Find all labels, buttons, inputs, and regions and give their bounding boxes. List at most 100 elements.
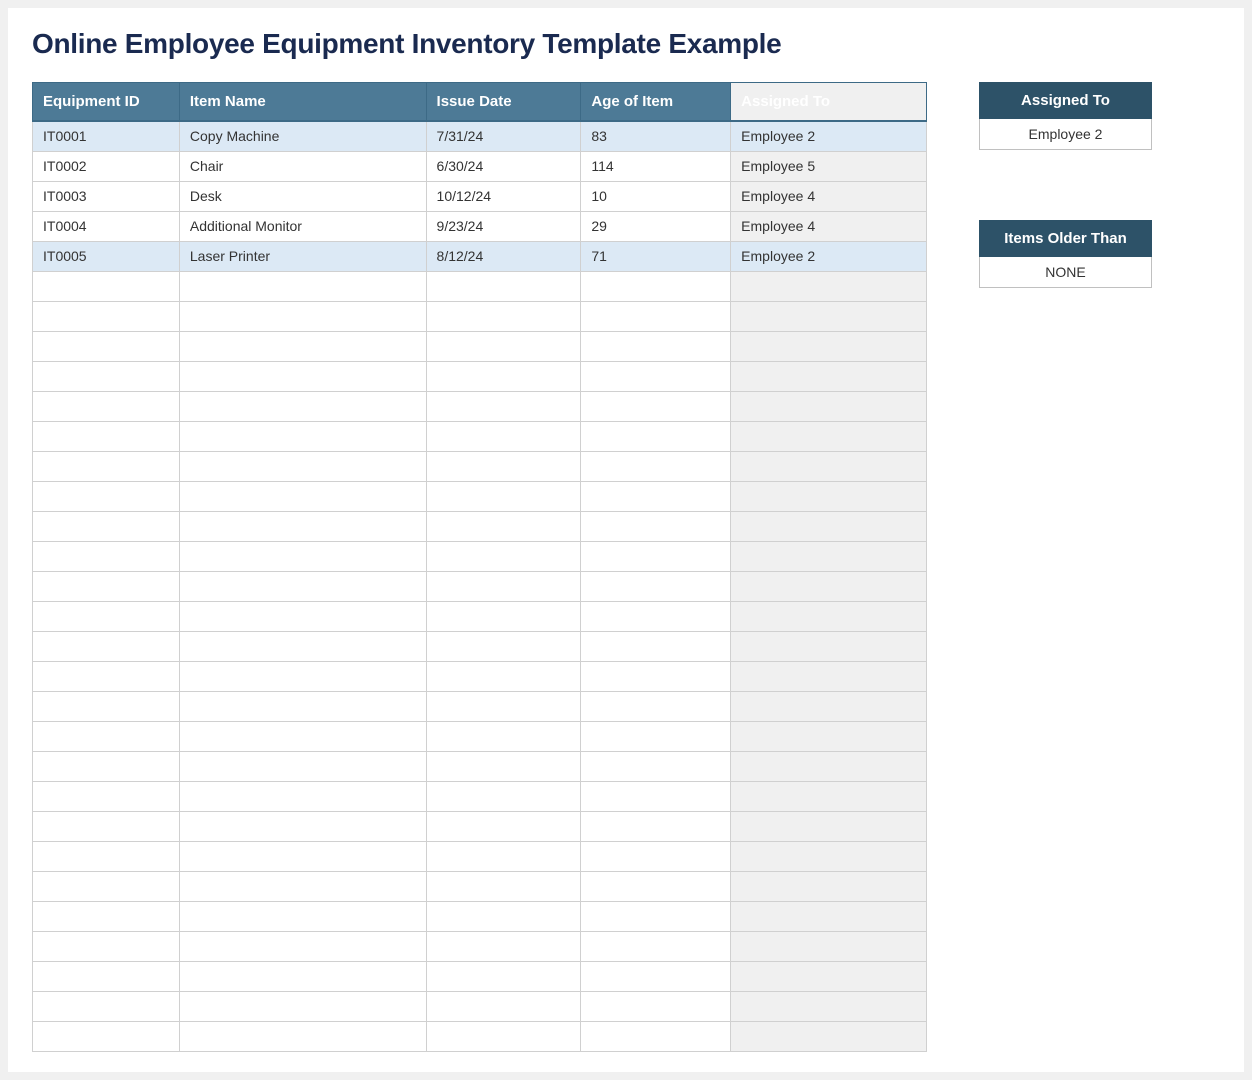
table-row-empty[interactable]	[33, 511, 927, 541]
cell-empty[interactable]	[179, 361, 426, 391]
cell-empty[interactable]	[731, 691, 927, 721]
cell-empty[interactable]	[581, 601, 731, 631]
cell-empty[interactable]	[426, 421, 581, 451]
cell-age[interactable]: 29	[581, 211, 731, 241]
cell-empty[interactable]	[33, 871, 180, 901]
cell-empty[interactable]	[426, 271, 581, 301]
cell-empty[interactable]	[33, 1021, 180, 1051]
cell-empty[interactable]	[731, 361, 927, 391]
cell-empty[interactable]	[731, 811, 927, 841]
cell-empty[interactable]	[581, 271, 731, 301]
cell-empty[interactable]	[426, 781, 581, 811]
table-row-empty[interactable]	[33, 301, 927, 331]
cell-empty[interactable]	[179, 451, 426, 481]
cell-empty[interactable]	[731, 451, 927, 481]
cell-empty[interactable]	[731, 631, 927, 661]
table-row-empty[interactable]	[33, 751, 927, 781]
cell-empty[interactable]	[33, 631, 180, 661]
cell-empty[interactable]	[731, 931, 927, 961]
cell-empty[interactable]	[179, 511, 426, 541]
table-row[interactable]: IT0001Copy Machine7/31/2483Employee 2	[33, 121, 927, 151]
cell-empty[interactable]	[731, 331, 927, 361]
cell-empty[interactable]	[426, 871, 581, 901]
filter-assigned-to-value[interactable]: Employee 2	[980, 119, 1152, 150]
cell-empty[interactable]	[179, 871, 426, 901]
cell-empty[interactable]	[33, 841, 180, 871]
cell-item-name[interactable]: Chair	[179, 151, 426, 181]
cell-assigned[interactable]: Employee 5	[731, 151, 927, 181]
cell-empty[interactable]	[179, 631, 426, 661]
table-row-empty[interactable]	[33, 601, 927, 631]
cell-empty[interactable]	[581, 721, 731, 751]
table-row-empty[interactable]	[33, 811, 927, 841]
cell-empty[interactable]	[581, 631, 731, 661]
table-row[interactable]: IT0004Additional Monitor9/23/2429Employe…	[33, 211, 927, 241]
cell-issue-date[interactable]: 9/23/24	[426, 211, 581, 241]
cell-empty[interactable]	[581, 751, 731, 781]
cell-empty[interactable]	[581, 331, 731, 361]
cell-empty[interactable]	[426, 901, 581, 931]
cell-empty[interactable]	[581, 931, 731, 961]
cell-age[interactable]: 10	[581, 181, 731, 211]
table-row-empty[interactable]	[33, 361, 927, 391]
cell-assigned[interactable]: Employee 2	[731, 121, 927, 151]
cell-empty[interactable]	[33, 301, 180, 331]
cell-empty[interactable]	[581, 361, 731, 391]
cell-empty[interactable]	[426, 571, 581, 601]
cell-equipment-id[interactable]: IT0003	[33, 181, 180, 211]
cell-empty[interactable]	[426, 691, 581, 721]
cell-issue-date[interactable]: 8/12/24	[426, 241, 581, 271]
table-row-empty[interactable]	[33, 961, 927, 991]
cell-empty[interactable]	[426, 991, 581, 1021]
table-row-empty[interactable]	[33, 571, 927, 601]
cell-empty[interactable]	[426, 631, 581, 661]
cell-empty[interactable]	[179, 961, 426, 991]
cell-empty[interactable]	[426, 331, 581, 361]
cell-empty[interactable]	[179, 931, 426, 961]
cell-empty[interactable]	[581, 811, 731, 841]
cell-empty[interactable]	[731, 541, 927, 571]
table-row-empty[interactable]	[33, 721, 927, 751]
cell-empty[interactable]	[731, 481, 927, 511]
cell-empty[interactable]	[426, 391, 581, 421]
cell-empty[interactable]	[731, 391, 927, 421]
cell-age[interactable]: 71	[581, 241, 731, 271]
cell-empty[interactable]	[731, 511, 927, 541]
cell-empty[interactable]	[33, 391, 180, 421]
cell-empty[interactable]	[731, 421, 927, 451]
cell-empty[interactable]	[33, 601, 180, 631]
cell-empty[interactable]	[581, 421, 731, 451]
cell-empty[interactable]	[179, 421, 426, 451]
cell-age[interactable]: 83	[581, 121, 731, 151]
cell-item-name[interactable]: Laser Printer	[179, 241, 426, 271]
cell-empty[interactable]	[426, 721, 581, 751]
cell-empty[interactable]	[179, 721, 426, 751]
cell-equipment-id[interactable]: IT0002	[33, 151, 180, 181]
cell-empty[interactable]	[581, 391, 731, 421]
cell-empty[interactable]	[426, 481, 581, 511]
cell-empty[interactable]	[179, 301, 426, 331]
table-row-empty[interactable]	[33, 841, 927, 871]
cell-empty[interactable]	[33, 931, 180, 961]
cell-empty[interactable]	[179, 1021, 426, 1051]
cell-empty[interactable]	[426, 751, 581, 781]
cell-empty[interactable]	[426, 1021, 581, 1051]
cell-assigned[interactable]: Employee 4	[731, 181, 927, 211]
cell-empty[interactable]	[731, 871, 927, 901]
table-row-empty[interactable]	[33, 661, 927, 691]
cell-empty[interactable]	[426, 811, 581, 841]
cell-empty[interactable]	[33, 481, 180, 511]
cell-empty[interactable]	[179, 841, 426, 871]
header-item-name[interactable]: Item Name	[179, 83, 426, 122]
cell-empty[interactable]	[179, 901, 426, 931]
header-equipment-id[interactable]: Equipment ID	[33, 83, 180, 122]
cell-empty[interactable]	[33, 331, 180, 361]
table-row-empty[interactable]	[33, 871, 927, 901]
table-row[interactable]: IT0005Laser Printer8/12/2471Employee 2	[33, 241, 927, 271]
cell-empty[interactable]	[33, 271, 180, 301]
cell-empty[interactable]	[179, 751, 426, 781]
cell-empty[interactable]	[33, 901, 180, 931]
cell-empty[interactable]	[731, 301, 927, 331]
cell-empty[interactable]	[426, 841, 581, 871]
cell-empty[interactable]	[179, 391, 426, 421]
